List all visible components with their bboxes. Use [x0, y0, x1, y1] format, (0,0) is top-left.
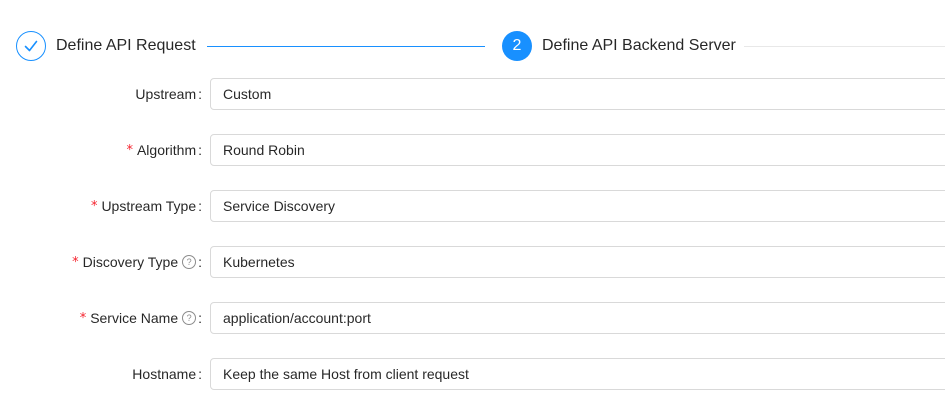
upstream-select[interactable]: Custom [210, 78, 945, 110]
form-row-discovery-type: * Discovery Type ?: Kubernetes [0, 246, 945, 278]
step-define-api-request[interactable]: Define API Request [16, 31, 196, 61]
required-mark: * [72, 254, 79, 270]
form-row-service-name: * Service Name ?: application/account:po… [0, 302, 945, 334]
hostname-label: Hostname: [132, 366, 202, 382]
step-title: Define API Backend Server [542, 37, 736, 54]
question-circle-icon[interactable]: ? [182, 255, 197, 269]
discovery-type-label: * Discovery Type ?: [72, 254, 202, 270]
upstream-type-select[interactable]: Service Discovery [210, 190, 945, 222]
hostname-select[interactable]: Keep the same Host from client request [210, 358, 945, 390]
form-row-upstream-type: * Upstream Type: Service Discovery [0, 190, 945, 222]
step-connector [207, 46, 485, 47]
step-connector [744, 46, 945, 47]
upstream-label: Upstream: [135, 86, 202, 102]
service-name-input[interactable]: application/account:port [210, 302, 945, 334]
algorithm-select[interactable]: Round Robin [210, 134, 945, 166]
question-circle-icon[interactable]: ? [182, 311, 197, 325]
form-row-algorithm: * Algorithm: Round Robin [0, 134, 945, 166]
discovery-type-select[interactable]: Kubernetes [210, 246, 945, 278]
required-mark: * [90, 198, 98, 214]
step-title: Define API Request [56, 37, 196, 54]
upstream-type-label: * Upstream Type: [90, 198, 202, 214]
check-icon [16, 31, 46, 61]
step-number: 2 [502, 31, 532, 61]
required-mark: * [126, 142, 133, 158]
step-define-api-backend-server[interactable]: 2 Define API Backend Server [502, 31, 736, 61]
algorithm-label: * Algorithm: [126, 142, 202, 158]
form-row-upstream: Upstream: Custom [0, 78, 945, 110]
required-mark: * [79, 310, 87, 326]
service-name-label: * Service Name ?: [79, 310, 202, 326]
form-row-hostname: Hostname: Keep the same Host from client… [0, 358, 945, 390]
